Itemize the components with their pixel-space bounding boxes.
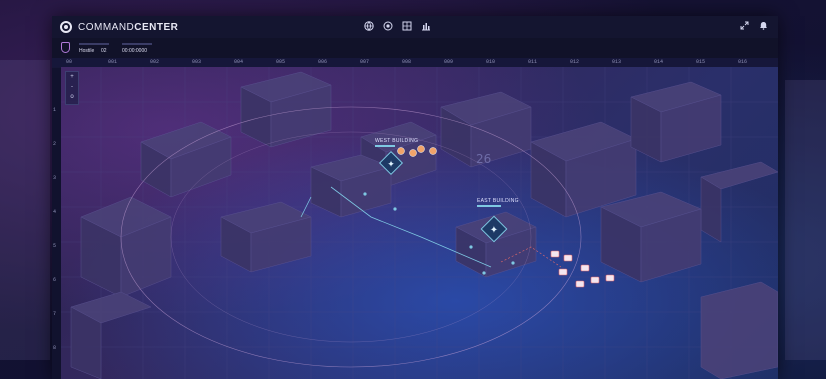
column-tick-label: 001 [108, 59, 118, 65]
map-canvas[interactable]: ✦ ✦ 26 [61, 67, 778, 379]
svg-text:✦: ✦ [387, 160, 395, 170]
column-tick-label: 006 [318, 59, 328, 65]
shield-icon[interactable] [61, 42, 70, 53]
row-tick-label: 7 [53, 311, 57, 317]
column-tick-label: 013 [612, 59, 622, 65]
grid-number: 26 [476, 152, 491, 166]
west-building-label-line [375, 145, 395, 147]
background-building [0, 60, 50, 360]
app-logo[interactable]: COMMANDCENTER [60, 21, 178, 33]
top-bar: COMMANDCENTER [52, 16, 778, 39]
column-tick-label: 004 [234, 59, 244, 65]
zoom-in-button[interactable]: + [66, 72, 78, 82]
column-tick-label: 007 [360, 59, 370, 65]
east-building-label-line [477, 205, 501, 207]
column-tick-label: 002 [150, 59, 160, 65]
column-tick-label: 010 [486, 59, 496, 65]
app-title: COMMANDCENTER [78, 21, 179, 33]
column-tick-label: 016 [738, 59, 748, 65]
east-building-label: EAST BUILDING [477, 198, 519, 204]
threat-status: Hostile [79, 48, 95, 54]
column-tick-label: 003 [192, 59, 202, 65]
column-tick-label: 008 [402, 59, 412, 65]
window-controls [740, 21, 768, 32]
layers-icon[interactable] [383, 21, 393, 31]
unit-count: 02 [101, 48, 107, 54]
column-tick-label: 005 [276, 59, 286, 65]
view-toolbar [364, 21, 431, 31]
column-tick-label: 011 [528, 59, 538, 65]
zoom-reset-button[interactable]: o [66, 92, 78, 102]
row-tick-label: 8 [53, 345, 57, 351]
command-center-window: COMMANDCENTER Hostile 02 00:00:0000 00 0… [52, 16, 778, 379]
zoom-controls: + - o [65, 71, 79, 105]
row-tick-label: 5 [53, 243, 57, 249]
background-building [785, 80, 826, 360]
column-tick-label: 00 [66, 59, 73, 65]
column-tick-label: 009 [444, 59, 454, 65]
column-tick-label: 012 [570, 59, 580, 65]
status-bar: Hostile 02 00:00:0000 [52, 38, 778, 59]
column-tick-label: 014 [654, 59, 664, 65]
chart-icon[interactable] [421, 21, 431, 31]
grid-icon[interactable] [402, 21, 412, 31]
row-tick-label: 2 [53, 141, 57, 147]
logo-icon [60, 21, 72, 33]
bell-icon[interactable] [759, 21, 768, 32]
expand-icon[interactable] [740, 21, 749, 32]
row-tick-label: 6 [53, 277, 57, 283]
svg-text:✦: ✦ [490, 225, 498, 236]
map-view[interactable]: ✦ ✦ 26 WEST BUILDING EAST BUILDING [61, 67, 778, 379]
row-tick-label: 3 [53, 175, 57, 181]
globe-icon[interactable] [364, 21, 374, 31]
zoom-out-button[interactable]: - [66, 82, 78, 92]
timer: 00:00:0000 [122, 48, 148, 54]
row-tick-label: 4 [53, 209, 57, 215]
west-building-label: WEST BUILDING [375, 138, 419, 144]
column-tick-label: 015 [696, 59, 706, 65]
row-tick-label: 1 [53, 107, 57, 113]
